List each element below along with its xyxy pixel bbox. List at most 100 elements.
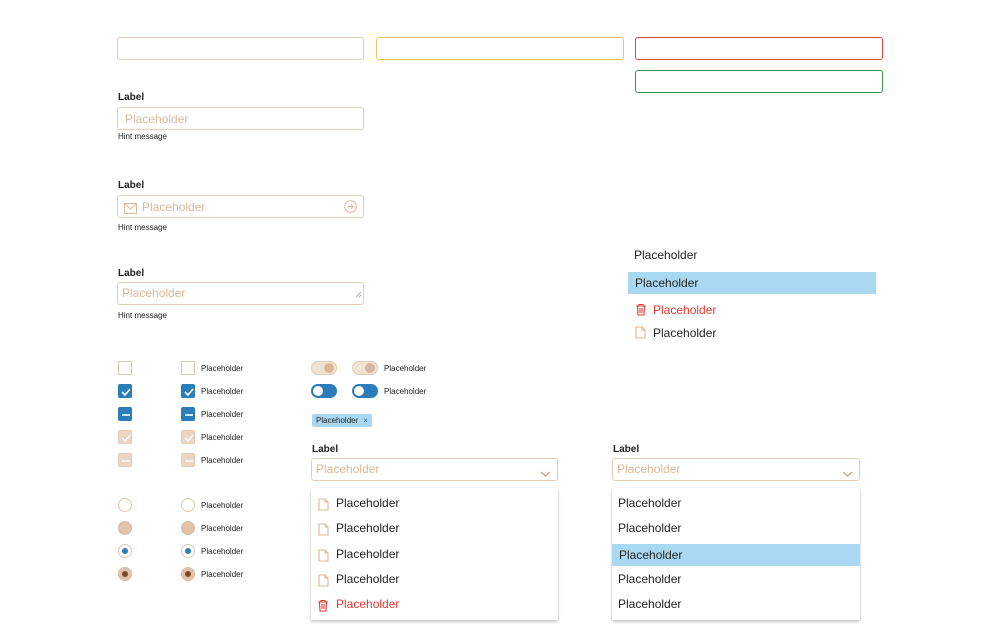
checkbox-unchecked-labeled[interactable] — [181, 361, 195, 375]
checkbox-label: Placeholder — [201, 410, 244, 419]
close-icon[interactable]: × — [363, 416, 368, 425]
menu-option-label: Placeholder — [336, 547, 400, 561]
check-icon — [184, 388, 194, 397]
mail-icon — [124, 201, 137, 219]
list-item-file[interactable]: Placeholder — [628, 323, 876, 343]
radio-unselected-labeled[interactable] — [181, 498, 195, 512]
select2-menu: Placeholder Placeholder Placeholder Plac… — [612, 488, 860, 620]
menu-option[interactable]: Placeholder — [612, 593, 860, 615]
field1-hint: Hint message — [118, 132, 167, 141]
file-icon — [318, 521, 329, 543]
input-default[interactable] — [117, 37, 364, 60]
checkbox-indeterminate-disabled — [118, 453, 132, 467]
list-item-label: Placeholder — [653, 326, 717, 340]
field3-hint: Hint message — [118, 311, 167, 320]
input-error-field[interactable] — [636, 38, 882, 59]
radio-unselected[interactable] — [118, 498, 132, 512]
toggle-label: Placeholder — [384, 387, 427, 396]
menu-option[interactable]: Placeholder — [311, 517, 558, 539]
field3-text-area[interactable] — [118, 283, 363, 304]
chevron-down-icon — [540, 464, 551, 485]
list-item-selected[interactable]: Placeholder — [628, 272, 876, 294]
list-item-danger[interactable]: Placeholder — [628, 300, 876, 320]
checkbox-checked-labeled[interactable] — [181, 384, 195, 398]
trash-icon — [317, 597, 329, 619]
radio-label: Placeholder — [201, 501, 244, 510]
list-item-label: Placeholder — [653, 303, 717, 317]
menu-option-label: Placeholder — [336, 597, 400, 611]
toggle-off[interactable] — [311, 361, 337, 375]
checkbox-unchecked[interactable] — [118, 361, 132, 375]
input-success-field[interactable] — [636, 71, 882, 92]
radio-selected-labeled[interactable] — [181, 544, 195, 558]
checkbox-indeterminate-disabled-labeled — [181, 453, 195, 467]
field3-textarea[interactable] — [117, 282, 364, 305]
minus-icon — [122, 460, 130, 462]
field2-text-input[interactable] — [118, 196, 363, 217]
menu-option-label: Placeholder — [336, 496, 400, 510]
input-warning-field[interactable] — [377, 38, 623, 59]
radio-selected-disabled — [118, 567, 132, 581]
menu-option[interactable]: Placeholder — [311, 492, 558, 514]
menu-option-label: Placeholder — [336, 572, 400, 586]
menu-option-danger[interactable]: Placeholder — [311, 593, 558, 615]
checkbox-checked-disabled — [118, 430, 132, 444]
field1-text-input[interactable] — [118, 108, 363, 129]
minus-icon — [185, 460, 193, 462]
input-warning[interactable] — [376, 37, 624, 60]
radio-disabled-labeled — [181, 521, 195, 535]
select2-label: Label — [613, 444, 640, 455]
select1-placeholder: Placeholder — [316, 462, 380, 476]
checkbox-indeterminate-labeled[interactable] — [181, 407, 195, 421]
checkbox-label: Placeholder — [201, 433, 244, 442]
file-icon — [318, 496, 329, 518]
select2-dropdown[interactable]: Placeholder — [612, 458, 860, 481]
toggle-on-labeled[interactable] — [352, 384, 378, 398]
menu-option[interactable]: Placeholder — [612, 517, 860, 539]
chevron-down-icon — [842, 464, 853, 485]
menu-option[interactable]: Placeholder — [311, 568, 558, 590]
input-success[interactable] — [635, 70, 883, 93]
menu-option-label: Placeholder — [336, 521, 400, 535]
checkbox-checked[interactable] — [118, 384, 132, 398]
radio-label: Placeholder — [201, 570, 244, 579]
menu-option-label: Placeholder — [618, 496, 682, 510]
field1-input[interactable] — [117, 107, 364, 130]
menu-option[interactable]: Placeholder — [612, 492, 860, 514]
radio-label: Placeholder — [201, 524, 244, 533]
radio-disabled — [118, 521, 132, 535]
field1-label: Label — [118, 92, 145, 103]
minus-icon — [122, 414, 130, 416]
toggle-off-labeled[interactable] — [352, 361, 378, 375]
menu-option[interactable]: Placeholder — [612, 568, 860, 590]
select1-label: Label — [312, 444, 339, 455]
input-error[interactable] — [635, 37, 883, 60]
menu-option-label: Placeholder — [618, 597, 682, 611]
field2-hint: Hint message — [118, 223, 167, 232]
list-item[interactable]: Placeholder — [628, 244, 876, 266]
radio-label: Placeholder — [201, 547, 244, 556]
select2-placeholder: Placeholder — [617, 462, 681, 476]
select1-dropdown[interactable]: Placeholder — [311, 458, 558, 481]
toggle-on[interactable] — [311, 384, 337, 398]
menu-option-selected[interactable]: Placeholder — [612, 544, 860, 566]
radio-selected[interactable] — [118, 544, 132, 558]
menu-option-label: Placeholder — [618, 572, 682, 586]
trash-icon — [635, 303, 647, 321]
checkbox-label: Placeholder — [201, 364, 244, 373]
menu-option-label: Placeholder — [619, 548, 683, 562]
check-icon — [184, 434, 194, 443]
menu-option-label: Placeholder — [618, 521, 682, 535]
field3-label: Label — [118, 268, 145, 279]
field2-input[interactable] — [117, 195, 364, 218]
toggle-label: Placeholder — [384, 364, 427, 373]
resize-handle-icon[interactable] — [355, 285, 362, 303]
arrow-right-circle-icon[interactable] — [344, 200, 357, 218]
checkbox-indeterminate[interactable] — [118, 407, 132, 421]
checkbox-label: Placeholder — [201, 387, 244, 396]
check-icon — [121, 388, 131, 397]
field2-label: Label — [118, 180, 145, 191]
input-default-field[interactable] — [118, 38, 363, 59]
select1-menu: Placeholder Placeholder Placeholder Plac… — [311, 488, 558, 620]
menu-option[interactable]: Placeholder — [311, 543, 558, 565]
